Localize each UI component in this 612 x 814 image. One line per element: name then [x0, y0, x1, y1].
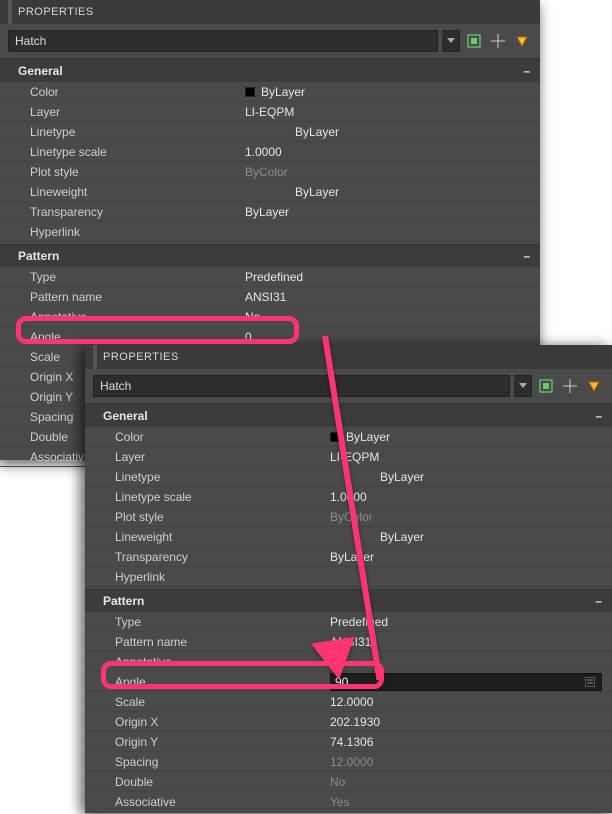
row-annotative[interactable]: AnnotativeNo [0, 307, 540, 327]
calculator-icon[interactable] [583, 675, 597, 689]
object-selector-row: Hatch [85, 369, 612, 404]
select-objects-button[interactable] [488, 31, 508, 51]
object-type-dropdown-arrow[interactable] [442, 30, 460, 52]
row-origin-y[interactable]: Origin Y74.1306 [85, 732, 612, 752]
section-general-label: General [103, 409, 148, 423]
row-origin-x[interactable]: Origin X202.1930 [85, 712, 612, 732]
row-plot-style[interactable]: Plot styleByColor [85, 507, 612, 527]
select-objects-icon [563, 379, 577, 393]
section-general-label: General [18, 64, 63, 78]
row-transparency[interactable]: Transparency ByLayer [0, 202, 540, 222]
row-color[interactable]: Color ByLayer [85, 427, 612, 447]
quick-select-button[interactable] [584, 376, 604, 396]
object-type-value: Hatch [15, 34, 46, 48]
section-pattern[interactable]: Pattern – [85, 589, 612, 612]
color-swatch [245, 87, 255, 97]
object-type-dropdown-arrow[interactable] [514, 375, 532, 397]
row-hyperlink[interactable]: Hyperlink [85, 567, 612, 587]
row-double[interactable]: DoubleNo [85, 772, 612, 792]
panel-title-bar: PROPERTIES [85, 345, 612, 369]
toggle-pim-button[interactable] [464, 31, 484, 51]
row-linetype[interactable]: Linetype ByLayer [0, 122, 540, 142]
angle-input[interactable]: 90 [330, 673, 602, 691]
row-lineweight[interactable]: Lineweight ByLayer [0, 182, 540, 202]
panel-title-bar: PROPERTIES [0, 0, 540, 24]
collapse-icon[interactable]: – [523, 249, 530, 263]
toggle-pim-button[interactable] [536, 376, 556, 396]
row-color[interactable]: Color ByLayer [0, 82, 540, 102]
section-general[interactable]: General – [85, 404, 612, 427]
row-transparency[interactable]: TransparencyByLayer [85, 547, 612, 567]
row-layer[interactable]: LayerLI-EQPM [85, 447, 612, 467]
row-lineweight[interactable]: LineweightByLayer [85, 527, 612, 547]
select-objects-button[interactable] [560, 376, 580, 396]
row-angle[interactable]: Angle0 [0, 327, 540, 347]
section-pattern[interactable]: Pattern – [0, 244, 540, 267]
section-pattern-label: Pattern [18, 249, 59, 263]
object-type-value: Hatch [100, 379, 131, 393]
row-linetype-scale[interactable]: Linetype scale 1.0000 [0, 142, 540, 162]
chevron-down-icon [519, 383, 527, 389]
quick-select-button[interactable] [512, 31, 532, 51]
row-associative[interactable]: AssociativeYes [85, 792, 612, 812]
properties-panel-after: PROPERTIES Hatch General – Color ByLayer… [85, 345, 612, 813]
row-plot-style[interactable]: Plot style ByColor [0, 162, 540, 182]
select-objects-icon [491, 34, 505, 48]
row-spacing[interactable]: Spacing12.0000 [85, 752, 612, 772]
toggle-pim-icon [467, 34, 481, 48]
section-general[interactable]: General – [0, 59, 540, 82]
row-type[interactable]: TypePredefined [0, 267, 540, 287]
panel-title: PROPERTIES [18, 6, 94, 18]
object-type-select[interactable]: Hatch [93, 375, 510, 397]
annotation-arrow-head [311, 637, 361, 683]
grip-stripe[interactable] [93, 345, 97, 369]
row-scale[interactable]: Scale12.0000 [85, 692, 612, 712]
collapse-icon[interactable]: – [595, 594, 602, 608]
collapse-icon[interactable]: – [523, 64, 530, 78]
section-pattern-label: Pattern [103, 594, 144, 608]
quick-select-icon [515, 34, 529, 48]
row-type[interactable]: TypePredefined [85, 612, 612, 632]
row-hyperlink[interactable]: Hyperlink [0, 222, 540, 242]
panel-title: PROPERTIES [103, 351, 179, 363]
object-selector-row: Hatch [0, 24, 540, 59]
object-type-select[interactable]: Hatch [8, 30, 438, 52]
quick-select-icon [587, 379, 601, 393]
row-layer[interactable]: Layer LI-EQPM [0, 102, 540, 122]
chevron-down-icon [447, 38, 455, 44]
grip-stripe[interactable] [8, 0, 12, 24]
general-rows: Color ByLayer Layer LI-EQPM Linetype ByL… [0, 82, 540, 244]
row-pattern-name[interactable]: Pattern nameANSI31 [0, 287, 540, 307]
toggle-pim-icon [539, 379, 553, 393]
collapse-icon[interactable]: – [595, 409, 602, 423]
